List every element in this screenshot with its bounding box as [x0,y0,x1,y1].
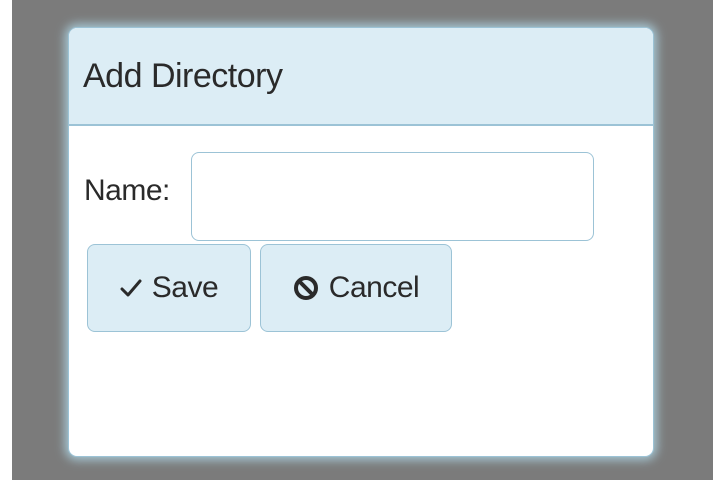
backdrop-edge [0,0,12,480]
cancel-button[interactable]: Cancel [260,244,452,332]
dialog-title: Add Directory [83,56,283,95]
dialog-header: Add Directory [69,28,653,126]
name-input[interactable] [191,152,594,241]
name-label: Name: [84,174,170,207]
save-button-label: Save [151,271,219,304]
save-button[interactable]: Save [87,244,251,332]
add-directory-dialog: Add Directory Name: Save Cancel [68,27,654,457]
check-icon [120,278,142,298]
ban-icon [293,275,319,301]
cancel-button-label: Cancel [328,271,420,304]
